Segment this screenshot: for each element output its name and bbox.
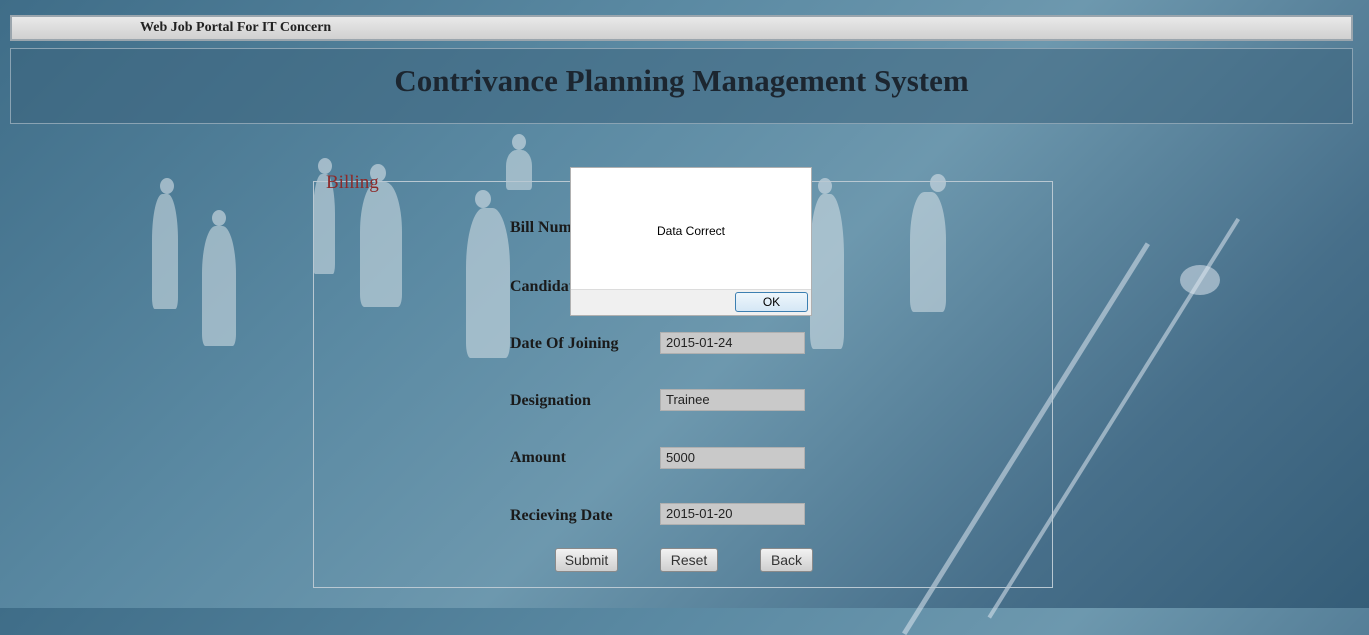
dialog-message: Data Correct — [656, 224, 726, 238]
receiving-date-field[interactable]: 2015-01-20 — [660, 503, 805, 525]
amount-field[interactable]: 5000 — [660, 447, 805, 469]
dialog-footer: OK — [571, 289, 811, 315]
portal-title: Web Job Portal For IT Concern — [140, 20, 332, 35]
alert-dialog: Data Correct OK — [570, 167, 812, 316]
header-banner: Contrivance Planning Management System — [10, 48, 1353, 124]
ok-button[interactable]: OK — [735, 292, 808, 312]
form-legend: Billing — [326, 172, 379, 193]
back-button[interactable]: Back — [760, 548, 813, 572]
reset-button[interactable]: Reset — [660, 548, 718, 572]
bill-number-label: Bill Num — [510, 219, 572, 236]
receiving-date-label: Recieving Date — [510, 507, 613, 524]
designation-label: Designation — [510, 392, 591, 409]
top-bar: Web Job Portal For IT Concern — [10, 15, 1353, 41]
amount-label: Amount — [510, 449, 567, 466]
date-of-joining-field[interactable]: 2015-01-24 — [660, 332, 805, 354]
submit-button[interactable]: Submit — [555, 548, 618, 572]
candidate-label: Candidat — [510, 278, 575, 295]
page-title: Contrivance Planning Management System — [394, 63, 969, 98]
designation-field[interactable]: Trainee — [660, 389, 805, 411]
date-of-joining-label: Date Of Joining — [510, 335, 619, 352]
